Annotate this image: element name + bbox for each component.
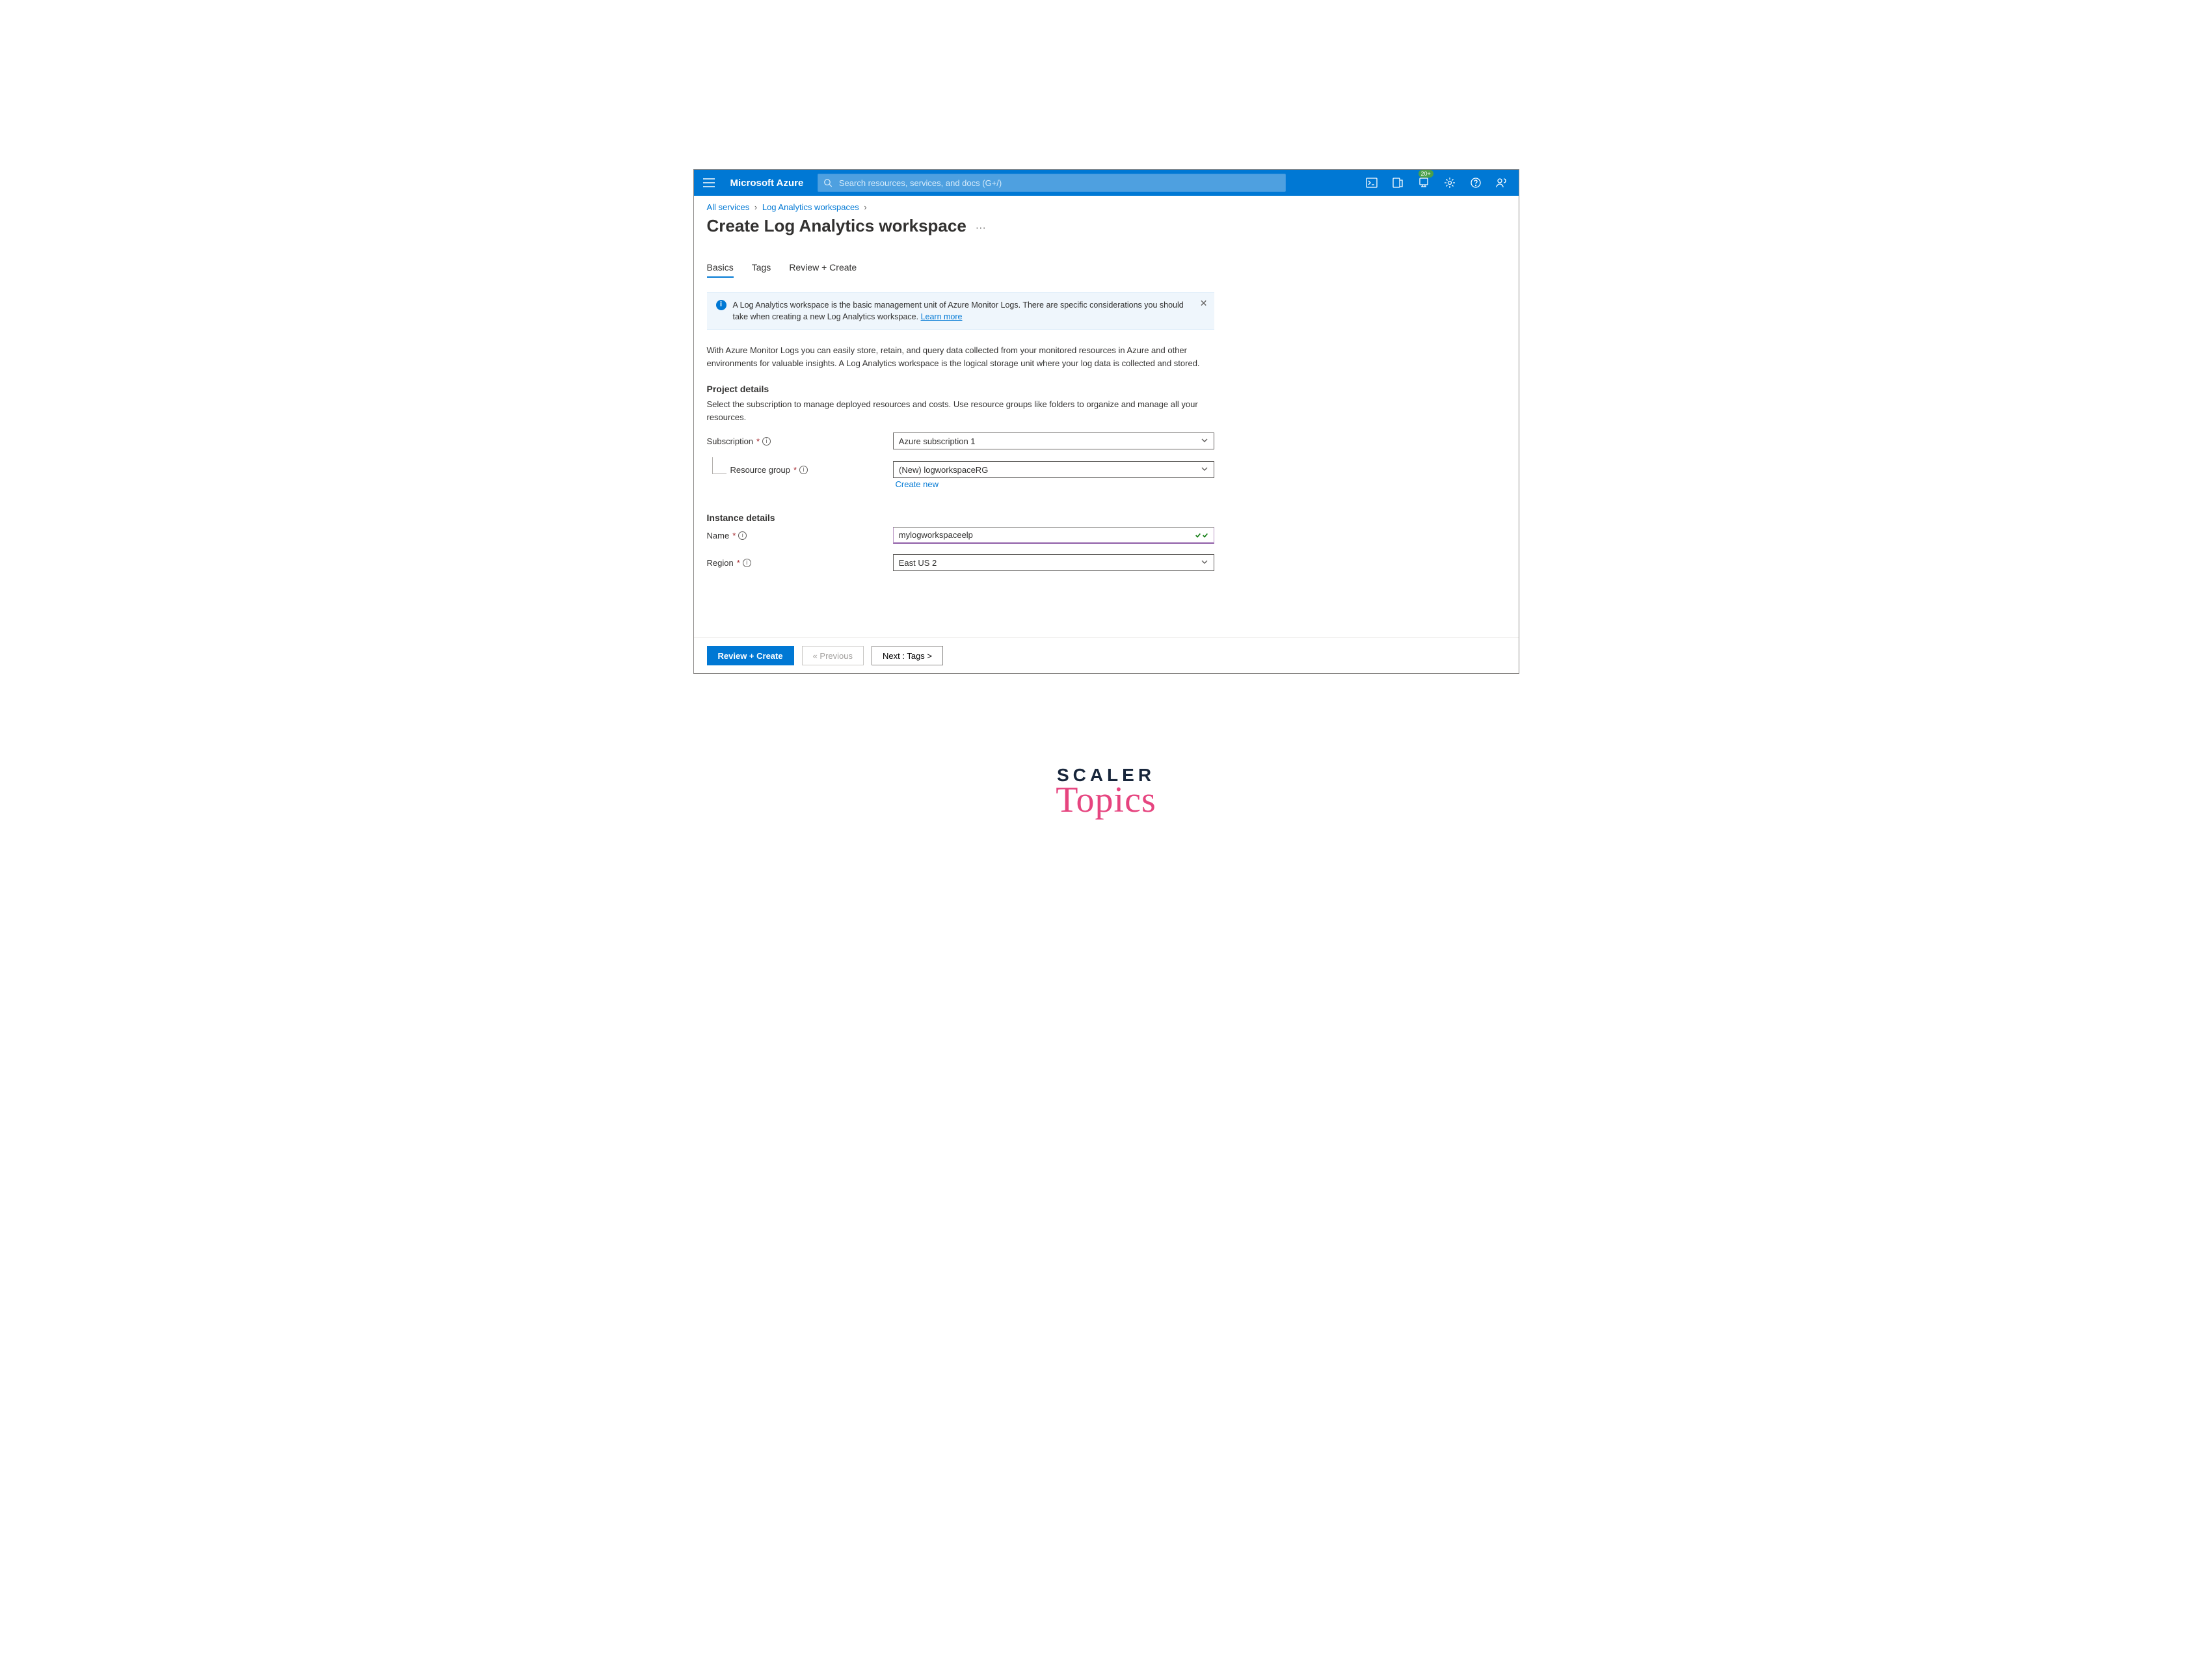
wizard-footer: Review + Create « Previous Next : Tags > [694, 637, 1519, 673]
page-content: All services › Log Analytics workspaces … [694, 196, 1519, 673]
breadcrumb-all-services[interactable]: All services [707, 202, 750, 212]
tab-basics[interactable]: Basics [707, 262, 734, 278]
subscription-label: Subscription* i [707, 436, 893, 446]
resource-group-label-text: Resource group [730, 465, 791, 475]
name-value: mylogworkspaceelp [899, 530, 973, 540]
required-indicator: * [756, 436, 760, 446]
subscription-label-text: Subscription [707, 436, 754, 446]
learn-more-link[interactable]: Learn more [921, 312, 963, 321]
resource-group-label: Resource group* i [707, 465, 894, 475]
notifications-icon[interactable]: 20+ [1412, 171, 1435, 194]
breadcrumb-sep: › [864, 202, 866, 212]
tab-tags[interactable]: Tags [752, 262, 771, 278]
page-title: Create Log Analytics workspace [707, 216, 966, 236]
topbar-actions: 20+ [1360, 171, 1513, 194]
info-hint-icon[interactable]: i [799, 466, 808, 474]
tab-panel-basics: i A Log Analytics workspace is the basic… [694, 278, 1227, 637]
intro-paragraph: With Azure Monitor Logs you can easily s… [707, 344, 1214, 369]
next-button[interactable]: Next : Tags > [872, 646, 943, 665]
chevron-down-icon [1201, 436, 1208, 446]
more-actions-icon[interactable]: ··· [976, 219, 986, 234]
global-search[interactable] [818, 174, 1286, 192]
watermark: SCALER Topics [693, 765, 1519, 821]
help-icon[interactable] [1464, 171, 1487, 194]
required-indicator: * [793, 465, 797, 475]
previous-button: « Previous [802, 646, 864, 665]
close-icon[interactable]: ✕ [1200, 297, 1208, 310]
chevron-down-icon [1201, 558, 1208, 568]
region-dropdown[interactable]: East US 2 [893, 554, 1214, 571]
menu-icon[interactable] [699, 173, 719, 193]
watermark-line2: Topics [693, 779, 1519, 821]
review-create-button[interactable]: Review + Create [707, 646, 794, 665]
azure-portal-window: Microsoft Azure 20+ [693, 169, 1519, 674]
settings-icon[interactable] [1438, 171, 1461, 194]
name-input[interactable]: mylogworkspaceelp [893, 527, 1214, 544]
breadcrumb-log-analytics[interactable]: Log Analytics workspaces [762, 202, 859, 212]
search-input[interactable] [838, 178, 1280, 189]
chevron-down-icon [1201, 465, 1208, 475]
required-indicator: * [732, 531, 736, 540]
info-banner: i A Log Analytics workspace is the basic… [707, 292, 1214, 330]
resource-group-dropdown[interactable]: (New) logworkspaceRG [893, 461, 1214, 478]
region-label: Region* i [707, 558, 893, 568]
tab-review-create[interactable]: Review + Create [789, 262, 857, 278]
project-details-desc: Select the subscription to manage deploy… [707, 398, 1214, 423]
info-text: A Log Analytics workspace is the basic m… [733, 299, 1188, 323]
required-indicator: * [737, 558, 740, 568]
breadcrumb: All services › Log Analytics workspaces … [694, 196, 1519, 215]
feedback-icon[interactable] [1490, 171, 1513, 194]
instance-details-header: Instance details [707, 513, 1214, 523]
subscription-value: Azure subscription 1 [899, 436, 976, 446]
wizard-tabs: Basics Tags Review + Create [694, 237, 1519, 278]
breadcrumb-sep: › [754, 202, 757, 212]
name-label: Name* i [707, 531, 893, 540]
brand-label: Microsoft Azure [730, 178, 804, 189]
resource-group-value: (New) logworkspaceRG [899, 465, 988, 475]
region-label-text: Region [707, 558, 734, 568]
tree-connector-icon [712, 457, 726, 474]
info-hint-icon[interactable]: i [738, 531, 747, 540]
directory-filter-icon[interactable] [1386, 171, 1409, 194]
subscription-dropdown[interactable]: Azure subscription 1 [893, 433, 1214, 449]
info-icon: i [716, 300, 726, 310]
region-value: East US 2 [899, 558, 937, 568]
name-label-text: Name [707, 531, 730, 540]
info-hint-icon[interactable]: i [743, 559, 751, 567]
cloud-shell-icon[interactable] [1360, 171, 1383, 194]
info-hint-icon[interactable]: i [762, 437, 771, 446]
project-details-header: Project details [707, 384, 1214, 394]
create-new-link[interactable]: Create new [896, 479, 1214, 489]
search-icon [823, 178, 833, 187]
top-bar: Microsoft Azure 20+ [694, 170, 1519, 196]
notification-badge: 20+ [1419, 170, 1433, 178]
validation-success-icon [1195, 532, 1208, 539]
